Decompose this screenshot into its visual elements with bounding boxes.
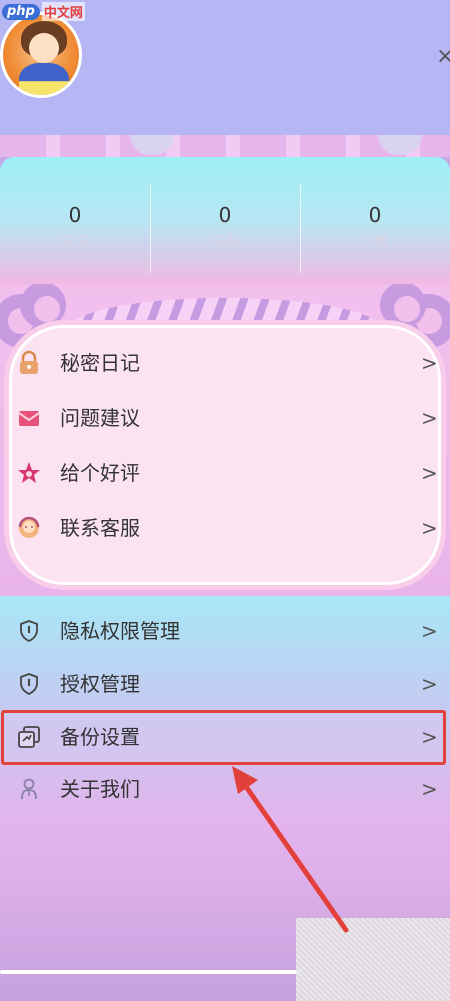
stat-label: 字数 xyxy=(359,233,390,251)
stat-label: 天数 xyxy=(209,233,240,251)
home-indicator xyxy=(0,970,300,974)
stat-label: 日记 xyxy=(59,233,90,251)
stat-diary[interactable]: 0 日记 xyxy=(0,157,150,284)
stat-value: 0 xyxy=(368,203,382,227)
menu-item-feedback[interactable]: 问题建议 > xyxy=(0,391,450,445)
menu-item-label: 关于我们 xyxy=(60,777,140,801)
stat-value: 0 xyxy=(68,203,82,227)
corner-watermark xyxy=(296,918,450,1001)
menu-item-about-us[interactable]: 关于我们 > xyxy=(0,762,450,816)
chevron-right-icon: > xyxy=(421,461,438,485)
chevron-right-icon: > xyxy=(421,516,438,540)
chevron-right-icon: > xyxy=(421,619,438,643)
menu-item-authorization[interactable]: 授权管理 > xyxy=(0,657,450,711)
menu-item-label: 授权管理 xyxy=(60,672,140,696)
chevron-right-icon: > xyxy=(421,777,438,801)
menu-item-label: 秘密日记 xyxy=(60,351,140,375)
menu-item-secret-diary[interactable]: 秘密日记 > xyxy=(0,336,450,390)
watermark: php 中文网 xyxy=(2,2,85,21)
chevron-right-icon: > xyxy=(421,672,438,696)
chevron-right-icon: > xyxy=(421,351,438,375)
avatar[interactable] xyxy=(0,12,82,98)
chevron-right-icon: > xyxy=(421,406,438,430)
menu-item-rate[interactable]: 给个好评 > xyxy=(0,446,450,500)
shield-icon xyxy=(20,620,38,643)
support-icon xyxy=(18,516,40,538)
star-icon xyxy=(18,462,40,483)
stat-value: 0 xyxy=(218,203,232,227)
menu-item-backup-settings[interactable]: 备份设置 > xyxy=(0,710,450,764)
menu-item-label: 给个好评 xyxy=(60,461,140,485)
stat-words[interactable]: 0 字数 xyxy=(300,157,450,284)
stat-days[interactable]: 0 天数 xyxy=(150,157,300,284)
close-icon[interactable]: × xyxy=(436,44,450,69)
watermark-brand: php xyxy=(2,3,40,20)
info-person-icon xyxy=(21,778,37,800)
chevron-right-icon: > xyxy=(421,725,438,749)
watermark-site: 中文网 xyxy=(41,2,85,21)
stats-panel: 0 日记 0 天数 0 字数 xyxy=(0,157,450,284)
decorative-strip xyxy=(0,135,450,157)
shield-icon xyxy=(20,673,38,696)
menu-item-support[interactable]: 联系客服 > xyxy=(0,501,450,555)
menu-item-label: 联系客服 xyxy=(60,516,140,540)
mail-icon xyxy=(18,411,40,426)
menu-item-label: 备份设置 xyxy=(60,725,140,749)
menu-item-label: 隐私权限管理 xyxy=(60,619,180,643)
menu-item-privacy-permissions[interactable]: 隐私权限管理 > xyxy=(0,604,450,658)
lock-icon xyxy=(20,350,38,374)
backup-icon xyxy=(18,726,40,748)
menu-item-label: 问题建议 xyxy=(60,406,140,430)
